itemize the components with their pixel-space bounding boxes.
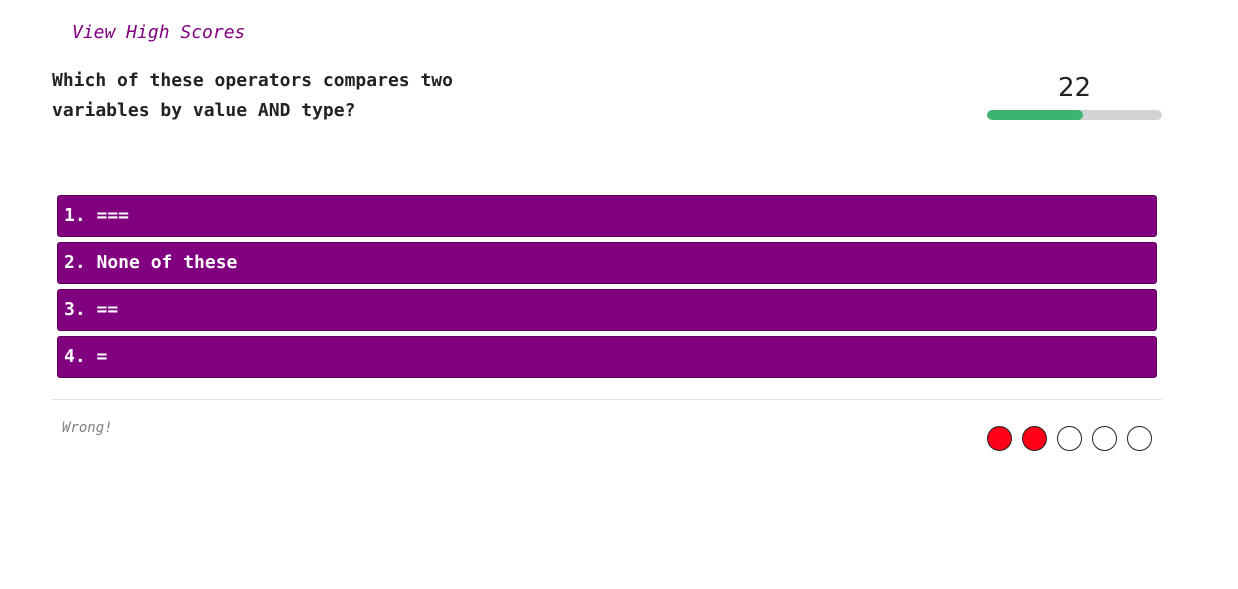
answer-list: 1. === 2. None of these 3. == 4. = xyxy=(57,195,1157,383)
divider xyxy=(52,399,1162,400)
progress-dot-1 xyxy=(987,426,1012,451)
progress-dot-3 xyxy=(1057,426,1082,451)
question-progress-dots xyxy=(987,426,1152,451)
timer-bar-fill xyxy=(987,110,1084,120)
timer: 22 xyxy=(987,72,1162,120)
progress-dot-2 xyxy=(1022,426,1047,451)
answer-button-4[interactable]: 4. = xyxy=(57,336,1157,378)
question-text: Which of these operators compares two va… xyxy=(52,70,453,121)
timer-bar-track xyxy=(987,110,1162,120)
answer-button-3[interactable]: 3. == xyxy=(57,289,1157,331)
timer-value: 22 xyxy=(1057,73,1092,103)
feedback-message: Wrong! xyxy=(62,420,113,436)
answer-button-1[interactable]: 1. === xyxy=(57,195,1157,237)
progress-dot-5 xyxy=(1127,426,1152,451)
progress-dot-4 xyxy=(1092,426,1117,451)
answer-button-2[interactable]: 2. None of these xyxy=(57,242,1157,284)
view-high-scores-link[interactable]: View High Scores xyxy=(72,22,245,44)
